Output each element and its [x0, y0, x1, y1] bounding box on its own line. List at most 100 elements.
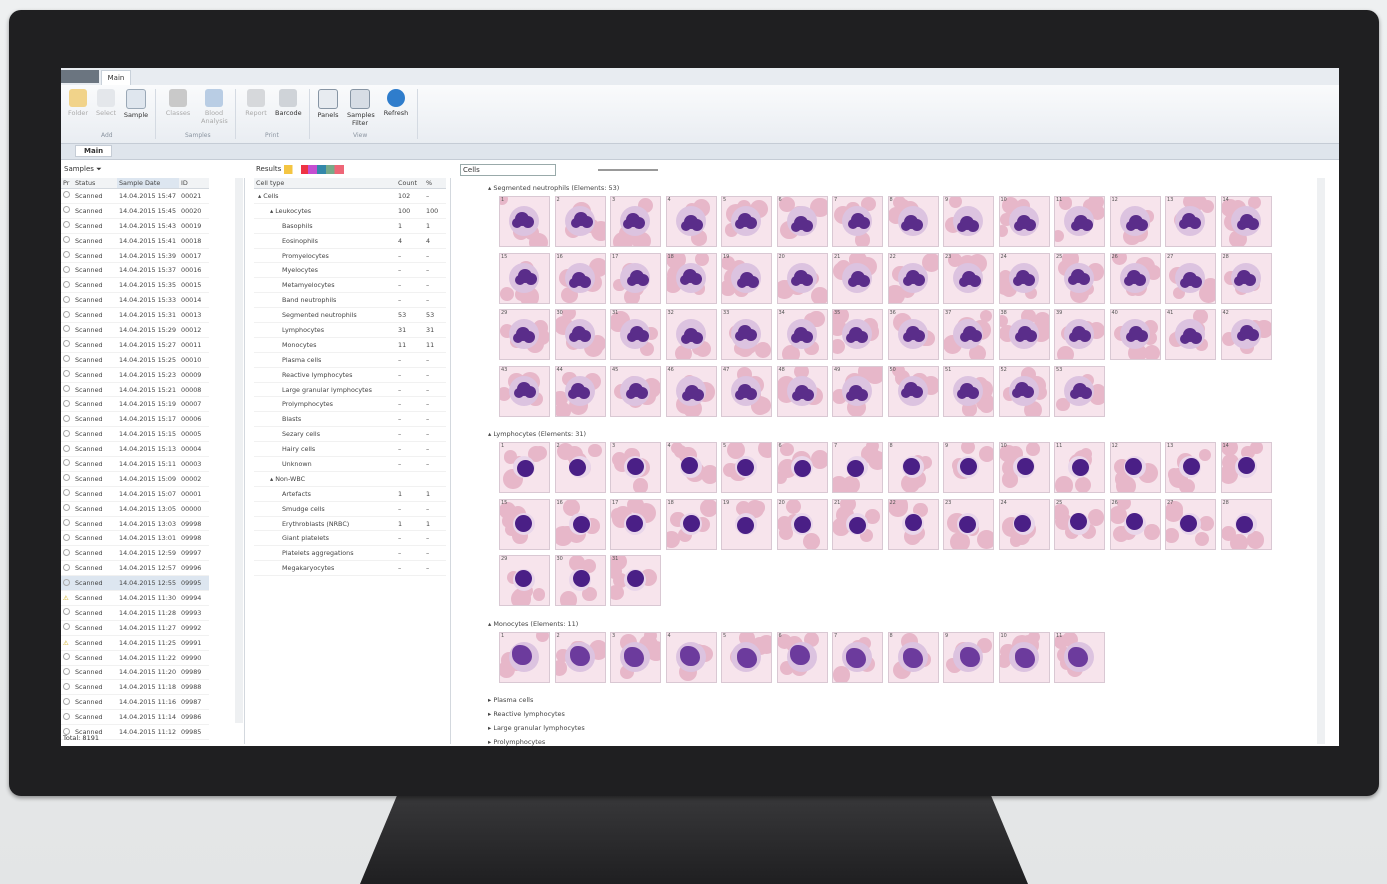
sample-row[interactable]: Scanned 14.04.2015 15:15 00005 — [61, 426, 209, 443]
cell-thumbnail[interactable]: 2 — [554, 196, 606, 247]
result-row[interactable]: Band neutrophils – – — [254, 292, 446, 309]
sample-row[interactable]: Scanned 14.04.2015 15:29 00012 — [61, 322, 209, 338]
cell-thumbnail[interactable]: 31 — [610, 309, 661, 360]
cell-thumbnail[interactable]: 28 — [1220, 252, 1272, 304]
sample-row[interactable]: Scanned 14.04.2015 15:09 00002 — [61, 471, 209, 487]
cell-thumbnail[interactable]: 19 — [721, 498, 772, 550]
sample-row[interactable]: Scanned 14.04.2015 15:31 00013 — [61, 307, 209, 324]
result-row[interactable]: Sezary cells – – — [254, 426, 446, 443]
cell-thumbnail[interactable]: 33 — [721, 309, 772, 360]
sample-row[interactable]: Scanned 14.04.2015 15:19 00007 — [61, 396, 209, 413]
sample-row[interactable]: Scanned 14.04.2015 15:07 00001 — [61, 486, 209, 502]
sample-row[interactable]: Scanned 14.04.2015 15:25 00010 — [61, 352, 209, 368]
cell-thumbnail[interactable]: 37 — [943, 309, 994, 360]
cell-thumbnail[interactable]: 9 — [943, 631, 994, 683]
cell-thumbnail[interactable]: 52 — [998, 365, 1050, 417]
cell-type-dropdown[interactable]: Cells — [460, 164, 556, 176]
result-row[interactable]: Lymphocytes 31 31 — [254, 322, 446, 338]
sample-row[interactable]: Scanned 14.04.2015 12:57 09996 — [61, 560, 209, 577]
cell-thumbnail[interactable]: 41 — [1165, 309, 1216, 360]
cell-thumbnail[interactable]: 1 — [499, 196, 550, 247]
cell-thumbnail[interactable]: 18 — [665, 498, 717, 550]
result-row[interactable]: Hairy cells – – — [254, 441, 446, 458]
cell-thumbnail[interactable]: 21 — [832, 252, 883, 304]
gallery-section-header[interactable]: ▸ Plasma cells — [488, 696, 533, 704]
result-row[interactable]: Prolymphocytes – – — [254, 396, 446, 413]
result-row[interactable]: Erythroblasts (NRBC) 1 1 — [254, 516, 446, 532]
samples-filter-button[interactable]: Samples Filter — [347, 89, 375, 127]
cell-thumbnail[interactable]: 36 — [887, 309, 939, 360]
panels-button[interactable]: Panels — [315, 89, 341, 119]
cell-thumbnail[interactable]: 8 — [887, 196, 939, 247]
cell-thumbnail[interactable]: 26 — [1109, 498, 1161, 550]
result-row[interactable]: Giant platelets – – — [254, 530, 446, 547]
application-menu-button[interactable] — [61, 70, 99, 83]
result-row[interactable]: Monocytes 11 11 — [254, 337, 446, 353]
cell-thumbnail[interactable]: 13 — [1165, 196, 1216, 247]
cell-thumbnail[interactable]: 7 — [832, 631, 883, 683]
sample-row[interactable]: ⚠ Scanned 14.04.2015 11:30 09994 — [61, 590, 209, 606]
cell-thumbnail[interactable]: 47 — [721, 365, 772, 417]
cell-thumbnail[interactable]: 51 — [943, 365, 994, 417]
gallery-scrollbar[interactable] — [1317, 178, 1325, 744]
cell-thumbnail[interactable]: 50 — [887, 365, 939, 417]
sample-row[interactable]: Scanned 14.04.2015 15:39 00017 — [61, 248, 209, 264]
result-row[interactable]: Smudge cells – – — [254, 501, 446, 517]
sample-row[interactable]: Scanned 14.04.2015 11:20 09989 — [61, 665, 209, 681]
cell-thumbnail[interactable]: 10 — [998, 442, 1050, 493]
cell-thumbnail[interactable]: 4 — [665, 442, 717, 493]
cell-thumbnail[interactable]: 27 — [1165, 252, 1216, 304]
cell-thumbnail[interactable]: 23 — [943, 498, 994, 550]
cell-thumbnail[interactable]: 43 — [499, 365, 550, 417]
result-row[interactable]: Myelocytes – – — [254, 262, 446, 279]
cell-thumbnail[interactable]: 11 — [1054, 442, 1105, 493]
sample-row[interactable]: Scanned 14.04.2015 13:05 00000 — [61, 501, 209, 517]
cell-thumbnail[interactable]: 22 — [887, 498, 939, 550]
cell-thumbnail[interactable]: 39 — [1054, 309, 1105, 360]
sample-row[interactable]: Scanned 14.04.2015 11:14 09986 — [61, 709, 209, 726]
cell-thumbnail[interactable]: 4 — [665, 196, 717, 247]
cell-thumbnail[interactable]: 5 — [721, 196, 772, 247]
sample-row[interactable]: Scanned 14.04.2015 11:22 09990 — [61, 650, 209, 666]
cell-thumbnail[interactable]: 16 — [554, 252, 606, 304]
gallery-section-header[interactable]: ▴ Lymphocytes (Elements: 31) — [488, 430, 586, 438]
sample-row[interactable]: Scanned 14.04.2015 15:43 00019 — [61, 218, 209, 234]
result-row[interactable]: Artefacts 1 1 — [254, 486, 446, 502]
gallery-section-header[interactable]: ▸ Prolymphocytes — [488, 738, 545, 746]
tab-main[interactable]: Main — [75, 145, 113, 157]
sample-row[interactable]: Scanned 14.04.2015 15:13 00004 — [61, 441, 209, 458]
cell-thumbnail[interactable]: 25 — [1054, 498, 1105, 550]
cell-thumbnail[interactable]: 53 — [1054, 365, 1105, 417]
zoom-slider[interactable] — [598, 169, 659, 171]
result-row[interactable]: Large granular lymphocytes – – — [254, 382, 446, 398]
refresh-button[interactable]: Refresh — [383, 89, 409, 117]
barcode-button[interactable]: Barcode — [275, 89, 302, 117]
cell-thumbnail[interactable]: 34 — [776, 309, 828, 360]
column-header[interactable]: Count — [396, 178, 424, 189]
cell-thumbnail[interactable]: 29 — [499, 309, 550, 360]
sample-row[interactable]: Scanned 14.04.2015 12:59 09997 — [61, 545, 209, 562]
cell-thumbnail[interactable]: 26 — [1109, 252, 1161, 304]
cell-thumbnail[interactable]: 1 — [499, 442, 550, 493]
cell-thumbnail[interactable]: 20 — [776, 252, 828, 304]
cell-thumbnail[interactable]: 3 — [610, 631, 661, 683]
cell-thumbnail[interactable]: 8 — [887, 442, 939, 493]
cell-thumbnail[interactable]: 44 — [554, 365, 606, 417]
column-header[interactable]: Pr — [61, 178, 73, 189]
cell-thumbnail[interactable]: 6 — [776, 442, 828, 493]
cell-thumbnail[interactable]: 6 — [776, 196, 828, 247]
cell-thumbnail[interactable]: 2 — [554, 442, 606, 493]
cell-thumbnail[interactable]: 4 — [665, 631, 717, 683]
sample-row[interactable]: Scanned 14.04.2015 15:45 00020 — [61, 203, 209, 219]
cell-thumbnail[interactable]: 45 — [610, 365, 661, 417]
cell-thumbnail[interactable]: 48 — [776, 365, 828, 417]
cell-thumbnail[interactable]: 12 — [1109, 196, 1161, 247]
cell-thumbnail[interactable]: 32 — [665, 309, 717, 360]
result-row[interactable]: ▴ Cells 102– — [254, 188, 446, 204]
gallery-section-header[interactable]: ▴ Monocytes (Elements: 11) — [488, 620, 578, 628]
column-header[interactable]: Status — [73, 178, 117, 189]
classes-button[interactable]: Classes — [165, 89, 191, 117]
cell-thumbnail[interactable]: 9 — [943, 442, 994, 493]
result-row[interactable]: Megakaryocytes – – — [254, 560, 446, 577]
column-header[interactable]: Sample Date — [117, 178, 179, 189]
